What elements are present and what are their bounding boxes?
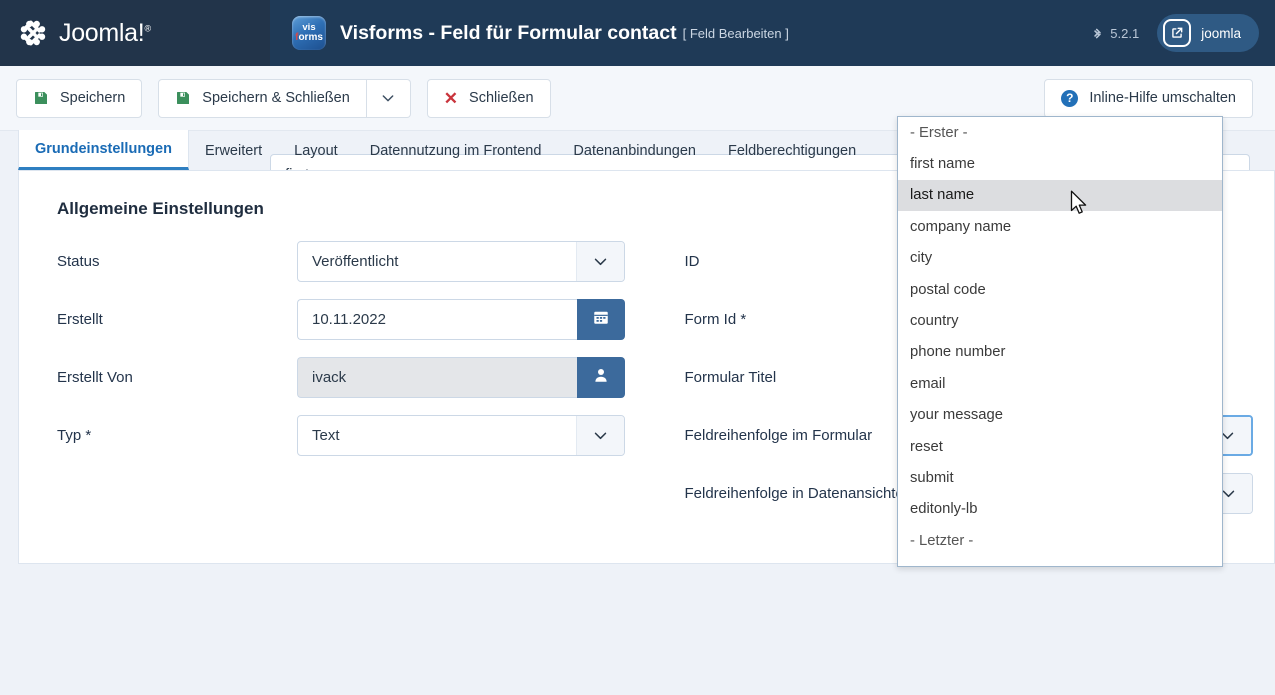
dropdown-option[interactable]: - Letzter -	[898, 525, 1222, 556]
status-select[interactable]: Veröffentlicht	[297, 241, 625, 282]
erstellt-date-input[interactable]: 10.11.2022	[297, 299, 577, 340]
tab-layout[interactable]: Layout	[278, 131, 354, 170]
joomla-mark-icon	[16, 16, 50, 50]
app-header: Joomla!® vis forms Visforms - Feld für F…	[0, 0, 1275, 66]
erstellt-von-value: ivack	[312, 369, 346, 386]
dropdown-option[interactable]: your message	[898, 400, 1222, 431]
close-button[interactable]: ✕ Schließen	[427, 79, 551, 118]
calendar-icon	[592, 308, 610, 331]
tab-datennutzung-im-frontend[interactable]: Datennutzung im Frontend	[354, 131, 558, 170]
tab-feldberechtigungen[interactable]: Feldberechtigungen	[712, 131, 872, 170]
status-select-value: Veröffentlicht	[298, 253, 576, 270]
x-icon: ✕	[444, 90, 458, 107]
dropdown-option[interactable]: - Erster -	[898, 117, 1222, 148]
erstellt-label: Erstellt	[57, 299, 297, 330]
formular-titel-label: Formular Titel	[685, 357, 925, 388]
brand-registered-mark: ®	[144, 23, 150, 33]
feldreihenfolge-formular-label: Feldreihenfolge im Formular	[685, 415, 925, 446]
row-erstellt: Erstellt 10.11.2022	[19, 299, 647, 357]
close-label: Schließen	[469, 90, 533, 106]
typ-select-value: Text	[298, 427, 576, 444]
header-bar: vis forms Visforms - Feld für Formular c…	[270, 0, 1275, 66]
page-title: Visforms - Feld für Formular contact	[340, 22, 677, 45]
erstellt-von-input: ivack	[297, 357, 577, 398]
dropdown-option[interactable]: editonly-lb	[898, 494, 1222, 525]
brand-area[interactable]: Joomla!®	[0, 0, 270, 66]
feldreihenfolge-datenansichten-label: Feldreihenfolge in Datenansichten	[685, 473, 925, 504]
save-close-group: Speichern & Schließen	[158, 79, 411, 118]
inline-help-label: Inline-Hilfe umschalten	[1089, 90, 1236, 106]
tab-erweitert[interactable]: Erweitert	[189, 131, 278, 170]
user-name: joomla	[1201, 26, 1241, 41]
status-control: Veröffentlicht	[297, 241, 625, 282]
question-circle-icon: ?	[1061, 90, 1078, 107]
version-number: 5.2.1	[1110, 26, 1139, 41]
dropdown-option[interactable]: city	[898, 243, 1222, 274]
user-menu-button[interactable]: joomla	[1157, 14, 1259, 52]
dropdown-option[interactable]: first name	[898, 148, 1222, 179]
chevron-down-icon	[380, 90, 396, 106]
dropdown-option[interactable]: postal code	[898, 274, 1222, 305]
tab-datenanbindungen[interactable]: Datenanbindungen	[557, 131, 712, 170]
save-and-close-label: Speichern & Schließen	[202, 90, 350, 106]
dropdown-option-highlighted[interactable]: last name	[898, 180, 1222, 211]
form-id-label: Form Id *	[685, 299, 925, 330]
erstellt-von-label: Erstellt Von	[57, 357, 297, 388]
brand-name: Joomla!®	[59, 19, 151, 48]
id-label: ID	[685, 241, 925, 272]
erstellt-date-value: 10.11.2022	[312, 311, 386, 328]
calendar-picker-button[interactable]	[577, 299, 625, 340]
settings-left-column: Status Veröffentlicht Erstellt 10.11.	[19, 241, 647, 531]
erstellt-input-group: 10.11.2022	[297, 299, 625, 340]
erstellt-von-input-group: ivack	[297, 357, 625, 398]
user-icon	[592, 366, 610, 389]
typ-select[interactable]: Text	[297, 415, 625, 456]
status-label: Status	[57, 241, 297, 272]
save-label: Speichern	[60, 90, 125, 106]
save-dropdown-toggle[interactable]	[367, 79, 411, 118]
save-and-close-button[interactable]: Speichern & Schließen	[158, 79, 367, 118]
visforms-app-icon: vis forms	[292, 16, 326, 50]
page-subtitle: [ Feld Bearbeiten ]	[683, 26, 789, 41]
typ-control: Text	[297, 415, 625, 456]
feldreihenfolge-dropdown-list[interactable]: - Erster - first name last name company …	[897, 116, 1223, 567]
chevron-down-icon	[576, 416, 624, 455]
row-status: Status Veröffentlicht	[19, 241, 647, 299]
tab-grundeinstellungen[interactable]: Grundeinstellungen	[18, 130, 189, 170]
dropdown-option[interactable]: company name	[898, 211, 1222, 242]
joomla-small-icon	[1091, 27, 1104, 40]
dropdown-option[interactable]: country	[898, 305, 1222, 336]
toggle-inline-help-button[interactable]: ? Inline-Hilfe umschalten	[1044, 79, 1253, 118]
erstellt-control: 10.11.2022	[297, 299, 625, 340]
dropdown-option[interactable]: phone number	[898, 337, 1222, 368]
save-button[interactable]: Speichern	[16, 79, 142, 118]
dropdown-option[interactable]: email	[898, 368, 1222, 399]
dropdown-option[interactable]: submit	[898, 462, 1222, 493]
erstellt-von-control: ivack	[297, 357, 625, 398]
external-link-icon	[1163, 19, 1191, 47]
typ-label: Typ *	[57, 415, 297, 446]
joomla-version: 5.2.1	[1091, 26, 1139, 41]
floppy-disk-icon	[33, 90, 49, 106]
chevron-down-icon	[576, 242, 624, 281]
floppy-disk-icon	[175, 90, 191, 106]
dropdown-option[interactable]: reset	[898, 431, 1222, 462]
joomla-logo[interactable]: Joomla!®	[16, 16, 151, 50]
user-picker-button[interactable]	[577, 357, 625, 398]
row-typ: Typ * Text	[19, 415, 647, 473]
row-erstellt-von: Erstellt Von ivack	[19, 357, 647, 415]
mouse-cursor	[1070, 190, 1089, 222]
